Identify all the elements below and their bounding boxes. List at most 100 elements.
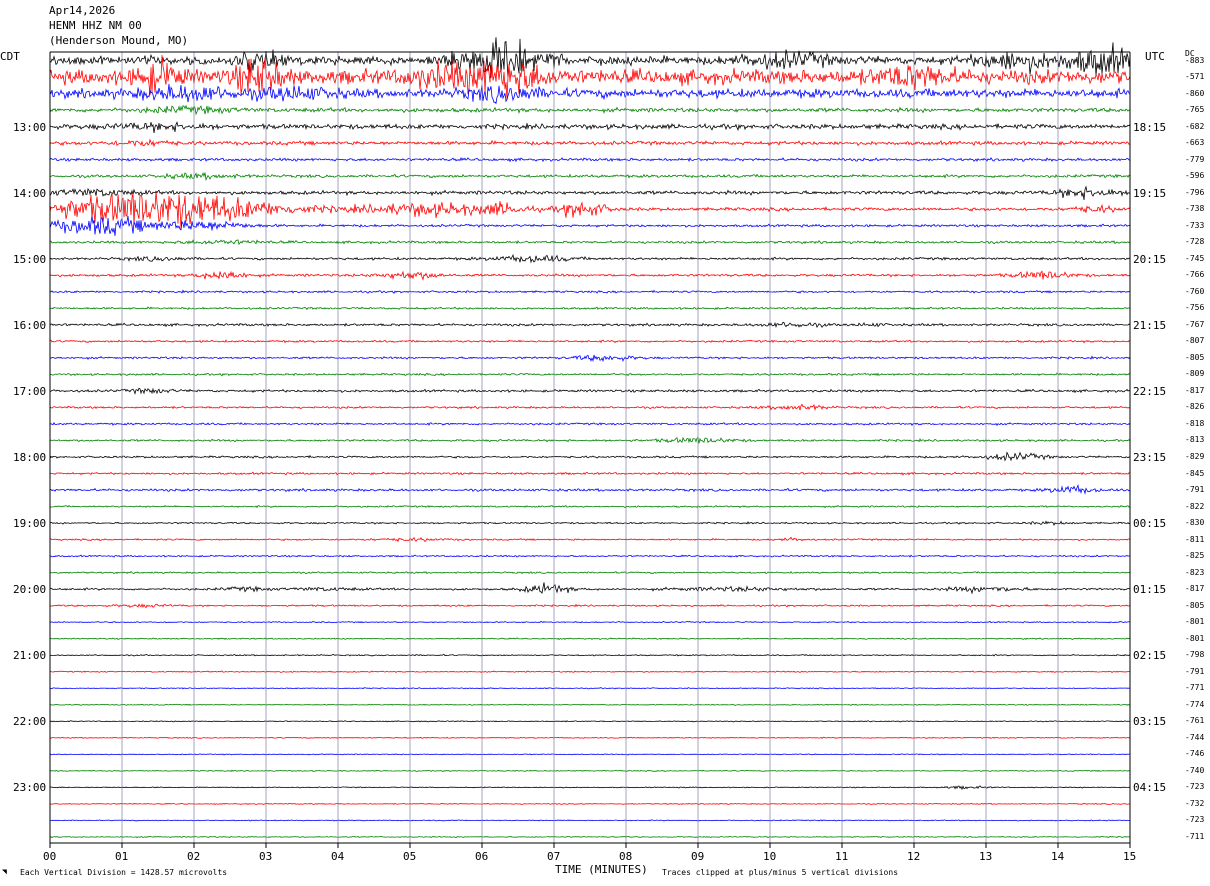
dc-offset-label: -801 bbox=[1185, 633, 1205, 643]
trace-row bbox=[49, 504, 1131, 509]
date-label: Apr14,2026 bbox=[49, 4, 116, 17]
dc-offset-label: -813 bbox=[1185, 435, 1205, 445]
cdt-hour-label: 20:00 bbox=[13, 583, 47, 597]
dc-offset-label: -829 bbox=[1185, 451, 1205, 461]
dc-offset-label: -830 bbox=[1185, 518, 1205, 528]
cdt-hour-label: 19:00 bbox=[13, 517, 47, 531]
x-tick-label: 00 bbox=[43, 850, 57, 863]
dc-offset-label: -571 bbox=[1185, 72, 1205, 82]
trace-row bbox=[49, 484, 1131, 495]
x-tick-label: 08 bbox=[619, 850, 633, 863]
trace-row bbox=[49, 620, 1131, 624]
x-tick-label: 13 bbox=[979, 850, 993, 863]
dc-offset-label: -745 bbox=[1185, 253, 1205, 263]
dc-offset-label: -663 bbox=[1185, 138, 1205, 148]
trace-row bbox=[49, 802, 1130, 806]
trace-row bbox=[49, 703, 1131, 706]
trace-row bbox=[49, 372, 1131, 377]
utc-hour-label: 03:15 bbox=[1133, 715, 1167, 729]
cdt-axis-label: CDT bbox=[0, 50, 20, 63]
trace-row bbox=[49, 819, 1131, 822]
dc-offset-label: -807 bbox=[1185, 336, 1205, 346]
trace-row bbox=[49, 554, 1131, 558]
trace-row bbox=[49, 736, 1131, 739]
dc-offset-label: -756 bbox=[1185, 303, 1205, 313]
dc-offset-label: -723 bbox=[1185, 815, 1205, 825]
trace-row bbox=[50, 785, 1131, 791]
location-label: (Henderson Mound, MO) bbox=[49, 34, 189, 47]
dc-offset-label: -744 bbox=[1185, 732, 1205, 742]
dc-offset-label: -811 bbox=[1185, 534, 1205, 544]
utc-hour-label: 22:15 bbox=[1133, 384, 1167, 398]
dc-offset-label: -732 bbox=[1185, 798, 1205, 808]
trace-row bbox=[49, 83, 1131, 105]
x-tick-label: 03 bbox=[259, 850, 273, 863]
trace-row bbox=[49, 191, 1131, 229]
dc-offset-label: -801 bbox=[1185, 617, 1205, 627]
utc-hour-label: 20:15 bbox=[1133, 252, 1167, 266]
trace-row bbox=[49, 571, 1131, 575]
x-tick-label: 01 bbox=[115, 850, 129, 863]
trace-row bbox=[49, 451, 1131, 462]
trace-row bbox=[49, 138, 1131, 148]
dc-offset-label: -682 bbox=[1185, 121, 1205, 131]
dc-offset-label: -766 bbox=[1185, 270, 1205, 280]
utc-hour-label: 00:15 bbox=[1133, 517, 1167, 531]
trace-row bbox=[49, 436, 1131, 444]
scale-note: Each Vertical Division = 1428.57 microvo… bbox=[20, 868, 228, 877]
x-axis-title: TIME (MINUTES) bbox=[555, 863, 648, 876]
dc-offset-label: -826 bbox=[1185, 402, 1205, 412]
trace-row bbox=[49, 720, 1131, 723]
trace-row bbox=[49, 185, 1131, 200]
trace-row bbox=[49, 239, 1131, 246]
trace-row bbox=[49, 104, 1131, 116]
utc-axis-label: UTC bbox=[1145, 50, 1165, 63]
utc-hour-label: 23:15 bbox=[1133, 450, 1167, 464]
trace-row bbox=[49, 306, 1131, 311]
x-tick-label: 06 bbox=[475, 850, 489, 863]
trace-row bbox=[49, 270, 1131, 281]
dc-offset-label: -798 bbox=[1185, 650, 1205, 660]
dc-offset-label: -817 bbox=[1185, 385, 1205, 395]
utc-hour-label: 04:15 bbox=[1133, 781, 1167, 795]
dc-offset-label: -883 bbox=[1185, 55, 1205, 65]
cdt-hour-label: 13:00 bbox=[13, 120, 47, 134]
dc-offset-label: -728 bbox=[1185, 237, 1205, 247]
x-tick-label: 05 bbox=[403, 850, 417, 863]
dc-offset-label: -760 bbox=[1185, 286, 1205, 296]
trace-row bbox=[49, 653, 1131, 657]
trace-row bbox=[49, 253, 1131, 264]
dc-offset-label: -733 bbox=[1185, 220, 1205, 230]
dc-offset-label: -822 bbox=[1185, 501, 1205, 511]
cdt-hour-label: 21:00 bbox=[13, 649, 47, 663]
x-tick-label: 14 bbox=[1051, 850, 1065, 863]
trace-row bbox=[49, 637, 1131, 641]
dc-offset-label: -767 bbox=[1185, 319, 1205, 329]
cdt-hour-label: 17:00 bbox=[13, 384, 47, 398]
dc-offset-label: -596 bbox=[1185, 171, 1205, 181]
x-tick-label: 12 bbox=[907, 850, 921, 863]
trace-row bbox=[49, 687, 1131, 690]
utc-hour-label: 18:15 bbox=[1133, 120, 1167, 134]
dc-offset-label: -740 bbox=[1185, 765, 1205, 775]
cdt-hour-label: 16:00 bbox=[13, 318, 47, 332]
trace-row bbox=[50, 603, 1131, 609]
cdt-hour-label: 15:00 bbox=[13, 252, 47, 266]
trace-row bbox=[49, 339, 1131, 344]
dc-offset-label: -738 bbox=[1185, 204, 1205, 214]
dc-offset-label: -746 bbox=[1185, 749, 1205, 759]
x-tick-label: 07 bbox=[547, 850, 561, 863]
dc-offset-label: -774 bbox=[1185, 699, 1205, 709]
dc-offset-label: -860 bbox=[1185, 88, 1205, 98]
dc-offset-label: -791 bbox=[1185, 666, 1205, 676]
trace-row bbox=[49, 321, 1131, 329]
dc-offset-label: -817 bbox=[1185, 584, 1205, 594]
x-tick-label: 15 bbox=[1123, 850, 1137, 863]
trace-row bbox=[49, 421, 1131, 427]
x-tick-label: 09 bbox=[691, 850, 705, 863]
dc-offset-label: -711 bbox=[1185, 831, 1205, 841]
dc-offset-label: -791 bbox=[1185, 485, 1205, 495]
x-tick-label: 10 bbox=[763, 850, 777, 863]
trace-row bbox=[49, 37, 1131, 78]
trace-row bbox=[49, 403, 1131, 411]
